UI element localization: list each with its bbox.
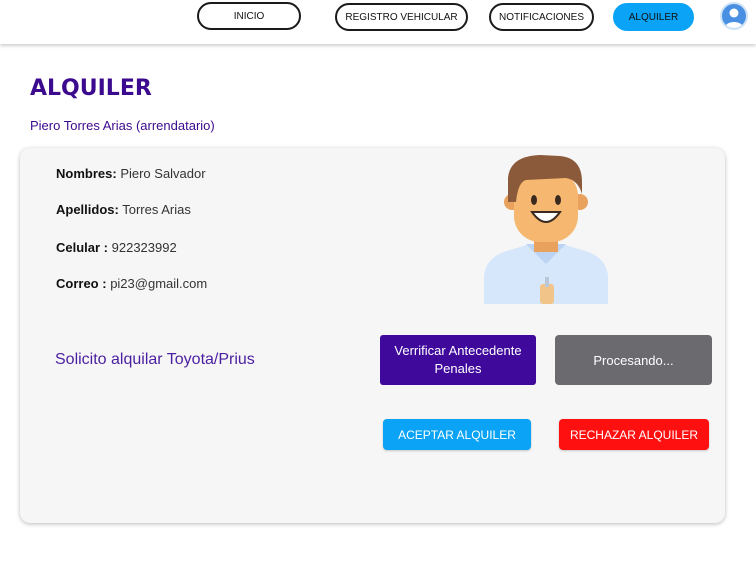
user-avatar-glyph (725, 8, 743, 28)
correo-value: pi23@gmail.com (110, 276, 208, 291)
tenant-illustration (484, 155, 608, 304)
celular-label: Celular : (56, 240, 109, 255)
nombres-value: Piero Salvador (120, 166, 206, 181)
verify-criminal-record-button[interactable]: Verrificar Antecedente Penales (380, 335, 536, 385)
celular-field: Celular : 922323992 (56, 240, 177, 255)
correo-label: Correo : (56, 276, 107, 291)
nav-notificaciones-button[interactable]: NOTIFICACIONES (489, 3, 594, 31)
correo-field: Correo : pi23@gmail.com (56, 276, 207, 291)
apellidos-label: Apellidos: (56, 202, 119, 217)
processing-status-button[interactable]: Procesando... (555, 335, 712, 385)
nav-alquiler-button[interactable]: ALQUILER (613, 3, 694, 31)
reject-rental-button[interactable]: RECHAZAR ALQUILER (559, 419, 709, 450)
nav-registro-vehicular-button[interactable]: REGISTRO VEHICULAR (335, 3, 468, 31)
page-title: ALQUILER (30, 76, 152, 101)
rental-request-text: Solicito alquilar Toyota/Prius (55, 351, 255, 368)
accept-rental-button[interactable]: ACEPTAR ALQUILER (383, 419, 531, 450)
apellidos-field: Apellidos: Torres Arias (56, 202, 191, 217)
rental-request-card: Nombres: Piero Salvador Apellidos: Torre… (20, 148, 725, 523)
top-navigation-bar: INICIO REGISTRO VEHICULAR NOTIFICACIONES… (0, 0, 756, 44)
celular-value: 922323992 (111, 240, 177, 255)
user-avatar-icon[interactable] (720, 2, 748, 30)
page-subtitle: Piero Torres Arias (arrendatario) (30, 118, 215, 133)
nav-inicio-button[interactable]: INICIO (197, 2, 301, 30)
apellidos-value: Torres Arias (122, 202, 191, 217)
nombres-field: Nombres: Piero Salvador (56, 166, 206, 181)
nombres-label: Nombres: (56, 166, 117, 181)
